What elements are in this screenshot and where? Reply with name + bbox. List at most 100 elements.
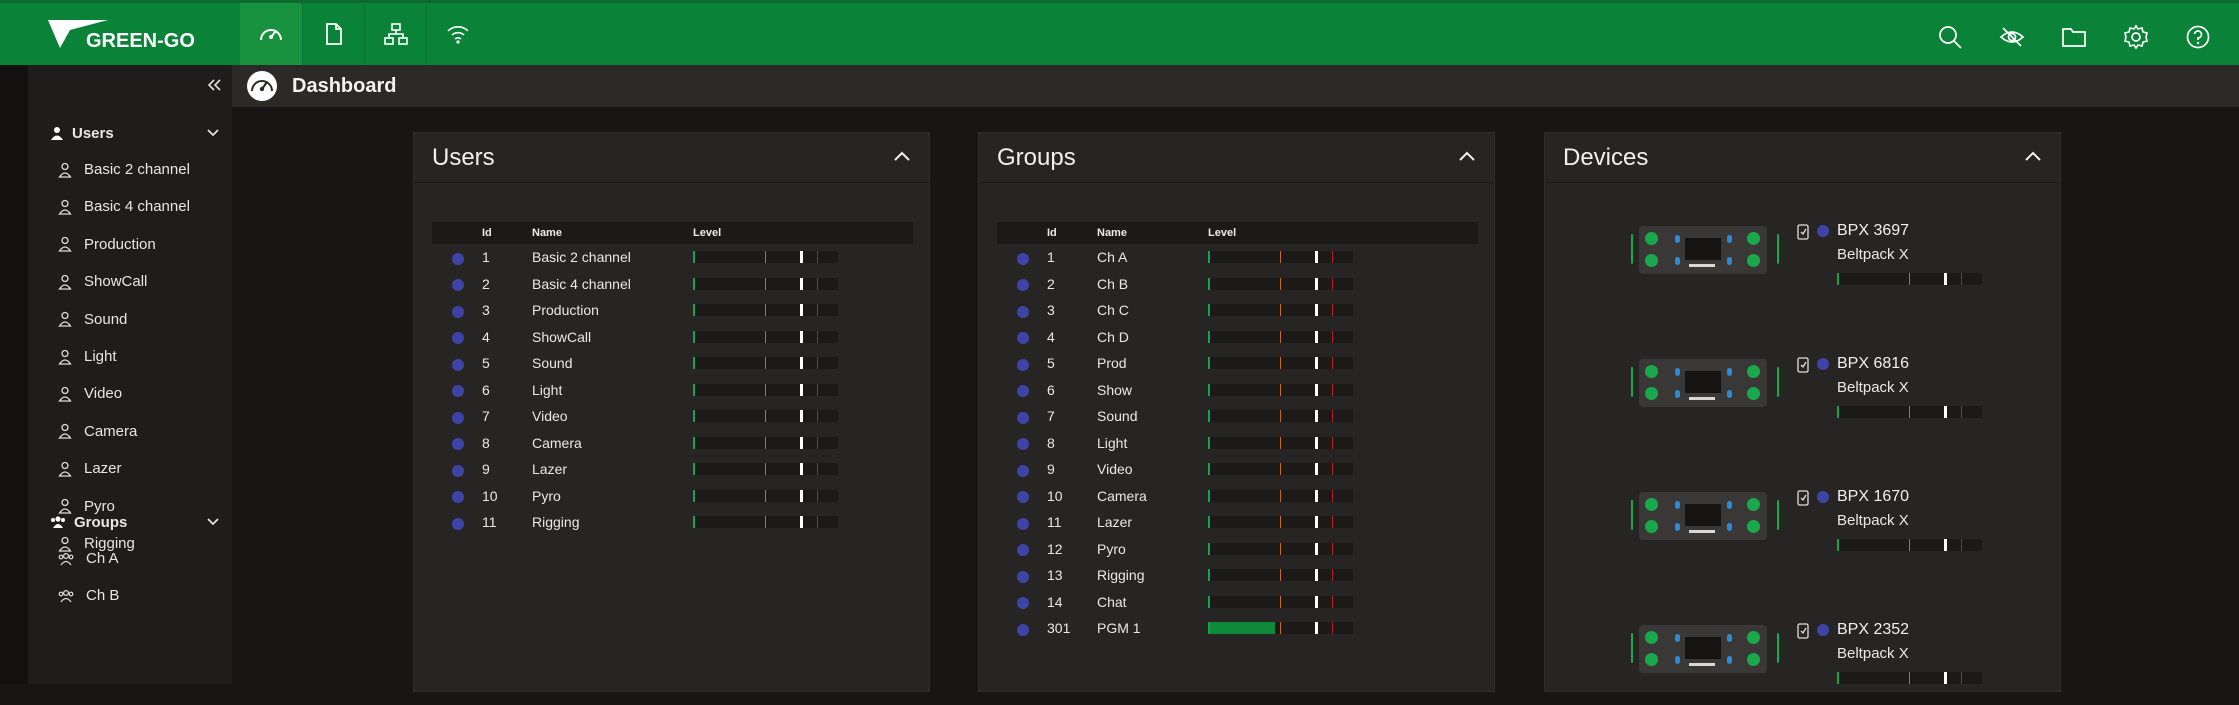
- table-row[interactable]: 11 Lazer: [997, 509, 1478, 536]
- user-outline-icon: [58, 311, 72, 327]
- row-id: 4: [482, 328, 490, 345]
- table-row[interactable]: 6 Show: [997, 377, 1478, 404]
- row-name: Ch B: [1097, 275, 1129, 292]
- settings-button[interactable]: [2105, 6, 2167, 68]
- row-name: Sound: [1097, 408, 1138, 425]
- card-title: Groups: [997, 143, 1076, 171]
- table-row[interactable]: 1 Basic 2 channel: [432, 244, 913, 271]
- groups-card-header: Groups: [979, 133, 1494, 183]
- row-name: Video: [532, 408, 568, 425]
- visibility-button[interactable]: [1981, 6, 2043, 68]
- table-row[interactable]: 5 Sound: [432, 350, 913, 377]
- folder-icon: [2062, 28, 2086, 47]
- device-item[interactable]: BPX 3697 Beltpack X: [1545, 206, 2062, 306]
- row-id: 11: [482, 514, 497, 531]
- table-row[interactable]: 4 ShowCall: [432, 324, 913, 351]
- status-dot: [1017, 491, 1029, 504]
- sidebar-item-label: Camera: [84, 422, 138, 440]
- sidebar-item-user[interactable]: Sound: [28, 301, 232, 338]
- sidebar-item-user[interactable]: Production: [28, 226, 232, 263]
- card-title: Devices: [1563, 143, 1649, 171]
- table-row[interactable]: 1 Ch A: [997, 244, 1478, 271]
- search-button[interactable]: [1919, 6, 1981, 68]
- table-row[interactable]: 8 Light: [997, 430, 1478, 457]
- table-row[interactable]: 6 Light: [432, 377, 913, 404]
- level-meter: [693, 410, 838, 423]
- tab-dashboard[interactable]: [240, 3, 302, 65]
- sidebar-item-user[interactable]: Video: [28, 375, 232, 412]
- sidebar-item-user[interactable]: Basic 2 channel: [28, 151, 232, 188]
- device-item[interactable]: BPX 1670 Beltpack X: [1545, 472, 2062, 572]
- table-row[interactable]: 9 Video: [997, 456, 1478, 483]
- help-icon: [2186, 25, 2210, 49]
- sidebar-item-user[interactable]: Camera: [28, 413, 232, 450]
- device-item[interactable]: BPX 2352 Beltpack X: [1545, 605, 2062, 705]
- device-item[interactable]: BPX 6816 Beltpack X: [1545, 339, 2062, 439]
- table-row[interactable]: 301 PGM 1: [997, 615, 1478, 642]
- page-header: Dashboard: [232, 65, 2239, 107]
- chevron-down-icon: [207, 129, 219, 137]
- chevron-up-icon[interactable]: [2024, 149, 2042, 163]
- status-dot: [452, 332, 464, 345]
- level-meter: [1208, 489, 1353, 502]
- row-id: 4: [1047, 328, 1055, 345]
- table-row[interactable]: 13 Rigging: [997, 562, 1478, 589]
- level-meter: [693, 357, 838, 370]
- row-name: Light: [1097, 434, 1128, 451]
- row-name: Prod: [1097, 355, 1127, 372]
- table-row[interactable]: 8 Camera: [432, 430, 913, 457]
- table-row[interactable]: 5 Prod: [997, 350, 1478, 377]
- table-row[interactable]: 3 Production: [432, 297, 913, 324]
- table-row[interactable]: 3 Ch C: [997, 297, 1478, 324]
- sidebar-section-groups[interactable]: Groups: [28, 504, 232, 540]
- table-row[interactable]: 4 Ch D: [997, 324, 1478, 351]
- sidebar-item-label: Video: [84, 385, 123, 403]
- device-type: Beltpack X: [1837, 246, 1909, 263]
- users-table: Id Name Level 1 Basic 2 channel 2 Basic 4 c…: [432, 222, 913, 536]
- row-name: Ch D: [1097, 328, 1129, 345]
- table-row[interactable]: 2 Ch B: [997, 271, 1478, 298]
- brand-logo[interactable]: GREEN-GO: [0, 3, 240, 65]
- table-row[interactable]: 11 Rigging: [432, 509, 913, 536]
- devices-card-header: Devices: [1545, 133, 2060, 183]
- table-row[interactable]: 7 Sound: [997, 403, 1478, 430]
- status-dot: [1017, 385, 1029, 398]
- row-name: Basic 4 channel: [532, 275, 631, 292]
- row-id: 14: [1047, 593, 1063, 610]
- table-row[interactable]: 2 Basic 4 channel: [432, 271, 913, 298]
- level-meter: [693, 251, 838, 264]
- table-row[interactable]: 7 Video: [432, 403, 913, 430]
- table-row[interactable]: 9 Lazer: [432, 456, 913, 483]
- column-header-level: Level: [693, 227, 722, 239]
- files-button[interactable]: [2043, 6, 2105, 68]
- row-name: Show: [1097, 381, 1133, 398]
- sidebar-item-group[interactable]: Ch B: [28, 577, 232, 614]
- sidebar-item-group[interactable]: Ch A: [28, 540, 232, 577]
- tab-wireless[interactable]: [426, 3, 488, 65]
- row-name: Pyro: [532, 487, 561, 504]
- sidebar-item-user[interactable]: Lazer: [28, 450, 232, 487]
- level-meter: [693, 516, 838, 529]
- sidebar-item-user[interactable]: Basic 4 channel: [28, 188, 232, 225]
- row-id: 301: [1047, 620, 1071, 637]
- beltpack-icon: [1797, 623, 1809, 639]
- users-card: Users Id Name Level 1 Basic 2 channel 2 Bas…: [413, 132, 930, 692]
- status-dot: [1817, 491, 1829, 503]
- tab-network[interactable]: [364, 3, 426, 65]
- level-meter: [693, 304, 838, 317]
- tab-documents[interactable]: [302, 3, 364, 65]
- sidebar-item-user[interactable]: ShowCall: [28, 263, 232, 300]
- table-row[interactable]: 14 Chat: [997, 589, 1478, 616]
- help-button[interactable]: [2167, 6, 2229, 68]
- table-row[interactable]: 10 Pyro: [432, 483, 913, 510]
- chevron-up-icon[interactable]: [893, 149, 911, 163]
- device-name: BPX 1670: [1837, 488, 1910, 505]
- column-header-name: Name: [532, 227, 562, 239]
- collapse-sidebar-button[interactable]: [202, 73, 226, 97]
- sidebar-item-user[interactable]: Light: [28, 338, 232, 375]
- table-row[interactable]: 12 Pyro: [997, 536, 1478, 563]
- chevron-up-icon[interactable]: [1458, 149, 1476, 163]
- table-row[interactable]: 10 Camera: [997, 483, 1478, 510]
- user-outline-icon: [58, 349, 72, 365]
- sidebar-section-users[interactable]: Users: [28, 115, 232, 151]
